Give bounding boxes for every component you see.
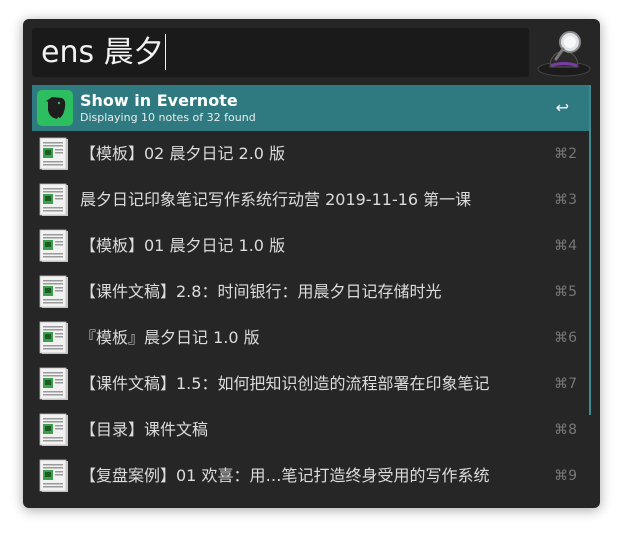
note-document-icon [37, 136, 73, 172]
result-shortcut: ⌘6 [554, 330, 577, 346]
result-item[interactable]: 【复盘案例】01 欢喜：用…笔记打造终身受用的写作系统 ⌘9 [32, 453, 589, 499]
result-item[interactable]: 晨夕日记印象笔记写作系统行动营 2019-11-16 第一课 ⌘3 [32, 177, 589, 223]
text-caret [164, 33, 166, 70]
alfred-window: ens 晨夕 Show in Evernote Displaying 10 no… [23, 19, 600, 508]
result-item[interactable]: 【目录】课件文稿 ⌘8 [32, 407, 589, 453]
result-title: 【复盘案例】01 欢喜：用…笔记打造终身受用的写作系统 [80, 466, 490, 485]
search-query-text: ens 晨夕 [41, 35, 164, 70]
result-shortcut: ⌘7 [554, 376, 577, 392]
result-title: 【课件文稿】2.8：时间银行：用晨夕日记存储时光 [80, 282, 442, 301]
result-item[interactable]: 『模板』晨夕日记 1.0 版 ⌘6 [32, 315, 589, 361]
evernote-elephant-icon [37, 90, 73, 126]
result-item[interactable]: 【模板】02 晨夕日记 2.0 版 ⌘2 [32, 131, 589, 177]
search-input[interactable]: ens 晨夕 [32, 28, 529, 77]
result-shortcut: ⌘3 [554, 192, 577, 208]
result-shortcut: ⌘8 [554, 422, 577, 438]
note-document-icon [37, 228, 73, 264]
return-key-shortcut: ↩ [555, 98, 569, 117]
note-document-icon [37, 458, 73, 494]
result-title: 【模板】01 晨夕日记 1.0 版 [80, 236, 286, 255]
note-document-icon [37, 412, 73, 448]
note-document-icon [37, 320, 73, 356]
result-title: 【目录】课件文稿 [80, 420, 209, 439]
result-item[interactable]: 【模板】01 晨夕日记 1.0 版 ⌘4 [32, 223, 589, 269]
note-document-icon [37, 274, 73, 310]
note-document-icon [37, 182, 73, 218]
result-title: 【模板】02 晨夕日记 2.0 版 [80, 144, 286, 163]
result-shortcut: ⌘4 [554, 238, 577, 254]
results-list: Show in Evernote Displaying 10 notes of … [32, 85, 591, 503]
result-item[interactable]: 【课件文稿】2.8：时间银行：用晨夕日记存储时光 ⌘5 [32, 269, 589, 315]
result-subtitle: Displaying 10 notes of 32 found [80, 111, 256, 124]
result-title: 晨夕日记印象笔记写作系统行动营 2019-11-16 第一课 [80, 190, 472, 209]
result-show-in-evernote[interactable]: Show in Evernote Displaying 10 notes of … [32, 85, 589, 131]
result-item[interactable]: 【课件文稿】1.5：如何把知识创造的流程部署在印象笔记 ⌘7 [32, 361, 589, 407]
note-document-icon [37, 366, 73, 402]
result-title: 【课件文稿】1.5：如何把知识创造的流程部署在印象笔记 [80, 374, 490, 393]
result-shortcut: ⌘9 [554, 468, 577, 484]
result-title: Show in Evernote [80, 91, 238, 110]
alfred-hat-icon[interactable] [536, 27, 592, 79]
results-scrollbar[interactable] [589, 85, 591, 415]
result-shortcut: ⌘2 [554, 146, 577, 162]
result-title: 『模板』晨夕日记 1.0 版 [80, 328, 260, 347]
result-shortcut: ⌘5 [554, 284, 577, 300]
